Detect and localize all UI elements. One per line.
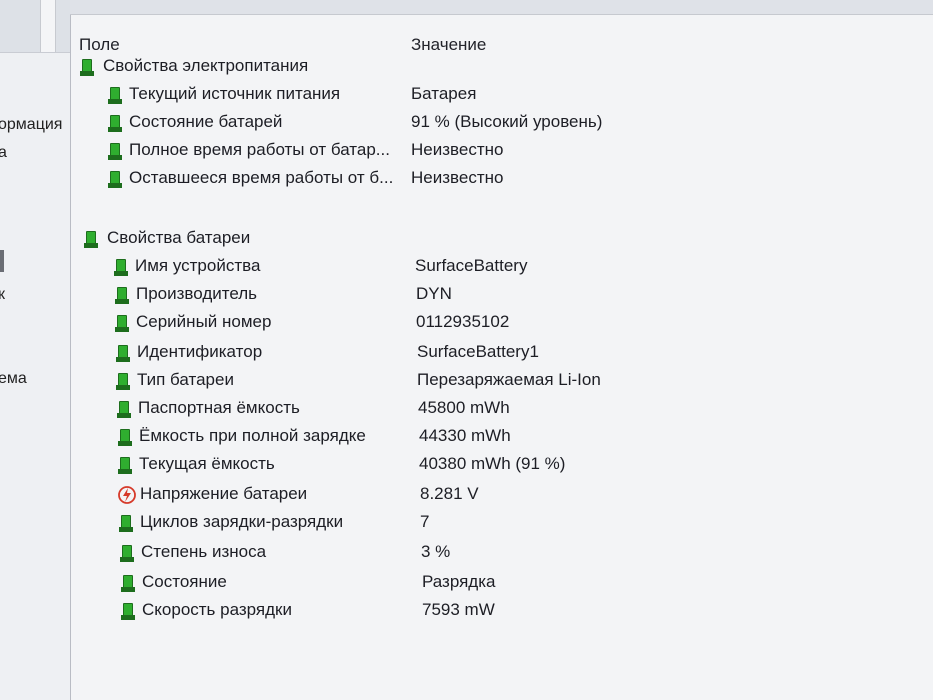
battery-icon	[107, 169, 125, 189]
property-value: 3 %	[421, 542, 451, 561]
battery-icon	[79, 57, 97, 77]
property-value: Перезаряжаемая Li-Ion	[417, 370, 601, 389]
navigation-pane-header	[0, 0, 70, 53]
battery-icon	[117, 427, 135, 447]
battery-icon	[113, 257, 131, 277]
section-title: Свойства электропитания	[103, 56, 309, 75]
property-value: SurfaceBattery	[415, 256, 528, 275]
property-value: DYN	[416, 284, 452, 303]
battery-icon	[116, 399, 134, 419]
property-value: Неизвестно	[411, 168, 504, 187]
nav-item-k[interactable]: к	[0, 286, 5, 304]
navigation-pane[interactable]: ормация а к ема	[0, 0, 71, 700]
property-value: Разрядка	[422, 572, 496, 591]
battery-icon	[119, 543, 137, 563]
property-field: Циклов зарядки-разрядки	[140, 512, 344, 531]
property-field: Оставшееся время работы от б...	[129, 168, 394, 187]
battery-icon	[120, 601, 138, 621]
battery-icon	[107, 141, 125, 161]
section-title: Свойства батареи	[107, 228, 251, 247]
battery-icon	[115, 371, 133, 391]
property-value: Неизвестно	[411, 140, 504, 159]
property-value: 40380 mWh (91 %)	[419, 454, 566, 473]
battery-icon	[114, 313, 132, 333]
property-value: 0112935102	[416, 312, 510, 331]
battery-icon	[115, 343, 133, 363]
battery-icon	[114, 285, 132, 305]
property-field: Идентификатор	[137, 342, 263, 361]
property-field: Имя устройства	[135, 256, 261, 275]
property-value: 91 % (Высокий уровень)	[411, 112, 603, 131]
battery-icon	[107, 113, 125, 133]
battery-icon	[83, 229, 101, 249]
tree-line	[0, 250, 4, 272]
property-field: Напряжение батареи	[140, 484, 308, 503]
toolbar-strip	[70, 0, 933, 15]
property-field: Тип батареи	[137, 370, 234, 389]
column-header-value[interactable]: Значение	[411, 35, 486, 55]
property-field: Паспортная ёмкость	[138, 398, 300, 417]
property-field: Текущая ёмкость	[139, 454, 275, 473]
battery-icon	[117, 455, 135, 475]
property-field: Полное время работы от батар...	[129, 140, 390, 159]
property-field: Состояние батарей	[129, 112, 283, 131]
property-field: Серийный номер	[136, 312, 272, 331]
property-value: 45800 mWh	[418, 398, 510, 417]
nav-item-system[interactable]: ема	[0, 370, 27, 388]
battery-icon	[118, 513, 136, 533]
splitter-handle[interactable]	[40, 0, 56, 52]
battery-icon	[120, 573, 138, 593]
nav-item-a[interactable]: а	[0, 144, 7, 162]
properties-list[interactable]: Поле Значение Свойства электропитания Тек…	[71, 15, 933, 700]
property-value: SurfaceBattery1	[417, 342, 539, 361]
property-value: Батарея	[411, 84, 477, 103]
property-value: 44330 mWh	[419, 426, 511, 445]
property-field: Текущий источник питания	[129, 84, 341, 103]
property-value: 7593 mW	[422, 600, 495, 619]
property-field: Степень износа	[141, 542, 267, 561]
property-field: Ёмкость при полной зарядке	[139, 426, 366, 445]
battery-icon	[107, 85, 125, 105]
nav-item-information[interactable]: ормация	[0, 116, 62, 134]
property-field: Производитель	[136, 284, 258, 303]
property-field: Скорость разрядки	[142, 600, 292, 619]
property-value: 8.281 V	[420, 484, 479, 503]
property-field: Состояние	[142, 572, 227, 591]
bolt-icon	[118, 485, 136, 505]
column-header-field[interactable]: Поле	[79, 35, 120, 55]
property-value: 7	[420, 512, 430, 531]
